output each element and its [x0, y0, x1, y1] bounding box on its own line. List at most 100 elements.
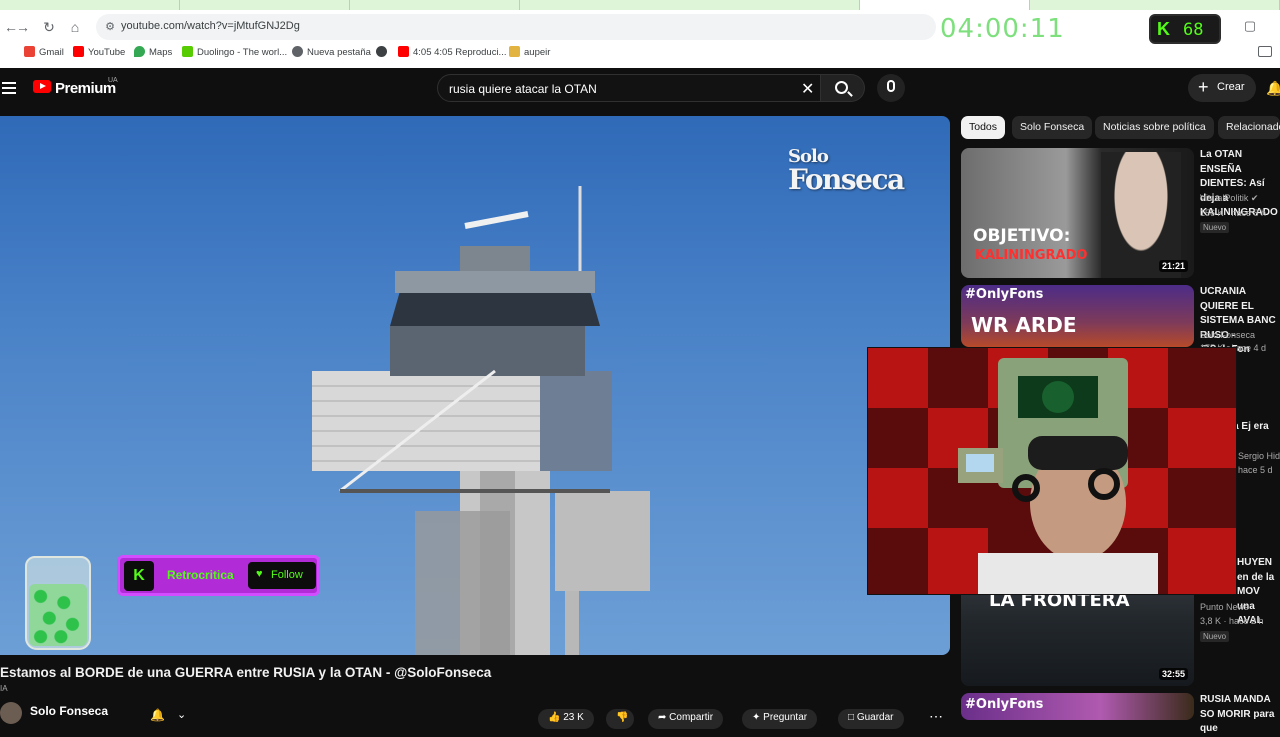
bookmarks-bar: Gmail YouTube Maps Duolingo - The worl..… [0, 44, 1280, 62]
more-actions-icon[interactable]: ⋯ [929, 708, 943, 725]
video-duration: 32:55 [1158, 668, 1188, 680]
share-icon: ➦ [658, 712, 670, 723]
kick-logo-icon: K [1157, 19, 1170, 39]
recommendation-channel[interactable]: VisualPolitik ✔ [1200, 193, 1258, 204]
recommendation-channel[interactable]: Solo Fonseca [1200, 330, 1255, 340]
site-info-icon[interactable]: ⚙ [102, 19, 118, 35]
browser-tab[interactable] [0, 0, 180, 10]
recommendation-title[interactable]: RUSIA MANDA SO MORIR para que [1200, 693, 1280, 737]
maps-icon [134, 46, 145, 57]
recommendation-item[interactable]: #OnlyFons WR ARDE UCRANIA QUIERE EL SIST… [961, 285, 1280, 355]
kick-logo-icon: K [124, 561, 154, 591]
bookmark-youtube[interactable]: YouTube [73, 46, 125, 58]
reload-icon[interactable]: ↻ [38, 16, 60, 38]
bookmark-aupeir[interactable]: aupeir [509, 46, 550, 58]
bookmark-duolingo[interactable]: Duolingo - The worl... [182, 46, 287, 58]
browser-tab[interactable] [180, 0, 350, 10]
plus-icon: + [1198, 77, 1209, 97]
voice-search-button[interactable] [877, 74, 905, 102]
recommendation-channel[interactable]: Punto News [1200, 602, 1249, 612]
ask-button[interactable]: ✦ Preguntar [742, 709, 818, 729]
channel-avatar[interactable] [0, 702, 22, 724]
streamer-webcam-overlay [867, 347, 1237, 595]
create-label: Crear [1217, 81, 1245, 93]
recommendation-meta: 156 K · hace 8 h [1200, 208, 1267, 218]
url-text[interactable]: youtube.com/watch?v=jMtufGNJ2Dg [121, 20, 300, 32]
youtube-premium-label[interactable]: Premium [55, 80, 116, 97]
region-code: UA [108, 77, 118, 84]
thumbnail-overlay-text: #OnlyFons [965, 287, 1044, 302]
thumbs-down-icon: 👎 [616, 712, 629, 723]
notifications-bell-icon[interactable]: 🔔 [1266, 80, 1280, 96]
bookmark-gmail[interactable]: Gmail [24, 46, 64, 58]
address-bar[interactable]: ⚙ youtube.com/watch?v=jMtufGNJ2Dg [96, 14, 936, 40]
new-badge: Nuevo [1200, 631, 1230, 642]
share-button[interactable]: ➦ Compartir [648, 709, 724, 729]
browser-tab-active[interactable] [860, 0, 1030, 10]
globe-icon [292, 46, 303, 57]
video-title: Estamos al BORDE de una GUERRA entre RUS… [0, 665, 492, 680]
recommendation-item[interactable]: OBJETIVO: KALININGRADO 21:21 La OTAN ENS… [961, 148, 1280, 282]
follow-label: Follow [271, 569, 303, 581]
chevron-down-icon[interactable]: ⌄ [177, 708, 186, 721]
chip-solo-fonseca[interactable]: Solo Fonseca [1012, 116, 1093, 139]
kick-channel-name: Retrocritica [167, 568, 234, 582]
menu-icon[interactable] [2, 82, 16, 94]
home-icon[interactable]: ⌂ [64, 16, 86, 38]
like-count: 23 K [563, 712, 584, 723]
recommendation-channel[interactable]: Sergio Hida [1238, 451, 1280, 461]
search-input[interactable]: rusia quiere atacar la OTAN ✕ [437, 74, 821, 102]
share-label: Compartir [669, 712, 714, 723]
sparkle-icon: ✦ [752, 712, 764, 723]
bookmark-new-tab[interactable]: Nueva pestaña [292, 46, 371, 58]
kick-viewer-badge: K 68 [1149, 14, 1221, 44]
forward-icon[interactable]: → [12, 16, 34, 38]
search-button[interactable] [821, 74, 865, 102]
channel-watermark: Solo Fonseca [788, 148, 905, 194]
video-thumbnail[interactable]: #OnlyFons WR ARDE [961, 285, 1194, 347]
chip-todos[interactable]: Todos [961, 116, 1006, 139]
chip-relacionado[interactable]: Relacionado [1218, 116, 1280, 139]
chip-noticias[interactable]: Noticias sobre política [1095, 116, 1214, 139]
video-thumbnail[interactable]: #OnlyFons [961, 693, 1194, 720]
save-button[interactable]: □ Guardar [838, 709, 904, 729]
bookmark-maps[interactable]: Maps [134, 46, 172, 58]
channel-row: Solo Fonseca 🔔 ⌄ 👍 23 K 👎 ➦ Compartir ✦ … [0, 700, 950, 729]
browser-tab[interactable] [520, 0, 860, 10]
thumbnail-overlay-text: KALININGRADO [975, 248, 1088, 263]
save-icon: □ [848, 712, 857, 723]
clear-search-icon[interactable]: ✕ [801, 79, 814, 99]
recommendation-item[interactable]: #OnlyFons RUSIA MANDA SO MORIR para que [961, 693, 1280, 734]
browser-tab[interactable] [350, 0, 520, 10]
extension-icon[interactable]: ▢ [1242, 18, 1258, 34]
youtube-logo-icon[interactable] [33, 80, 51, 93]
thumbnail-overlay-text: WR ARDE [971, 313, 1077, 337]
like-button[interactable]: 👍 23 K [538, 709, 594, 729]
bookmarks-folder-icon[interactable] [1258, 46, 1272, 57]
globe-icon [376, 46, 387, 57]
video-thumbnail[interactable]: OBJETIVO: KALININGRADO 21:21 [961, 148, 1194, 278]
gmail-icon [24, 46, 35, 57]
create-button[interactable]: + Crear [1188, 74, 1256, 102]
clover-jar-overlay [25, 556, 91, 650]
clover-icon [29, 584, 87, 646]
dislike-button[interactable]: 👎 [606, 709, 634, 729]
channel-name[interactable]: Solo Fonseca [30, 704, 108, 718]
bookmark-playback[interactable]: 4:05 4:05 Reproduci... [398, 46, 506, 58]
youtube-header: Premium UA rusia quiere atacar la OTAN ✕… [0, 68, 1280, 116]
ai-label-text: IA [0, 684, 8, 693]
stream-timer: 04:00:11 [940, 14, 1065, 44]
youtube-icon [398, 46, 409, 57]
webcam-feed [868, 348, 1236, 594]
save-label: Guardar [856, 712, 894, 723]
browser-tab[interactable] [1030, 0, 1280, 10]
bookmark-globe[interactable] [376, 46, 391, 58]
ask-label: Preguntar [763, 712, 808, 723]
browser-chrome: ← → ↻ ⌂ ⚙ youtube.com/watch?v=jMtufGNJ2D… [0, 0, 1280, 68]
search-query[interactable]: rusia quiere atacar la OTAN [449, 82, 597, 96]
tab-strip [0, 0, 1280, 10]
search-icon [835, 81, 848, 94]
kick-follow-button[interactable]: ♥ Follow [248, 562, 316, 589]
recommendation-meta: hace 5 d [1238, 465, 1273, 475]
thumbnail-overlay-text: OBJETIVO: [973, 226, 1071, 246]
